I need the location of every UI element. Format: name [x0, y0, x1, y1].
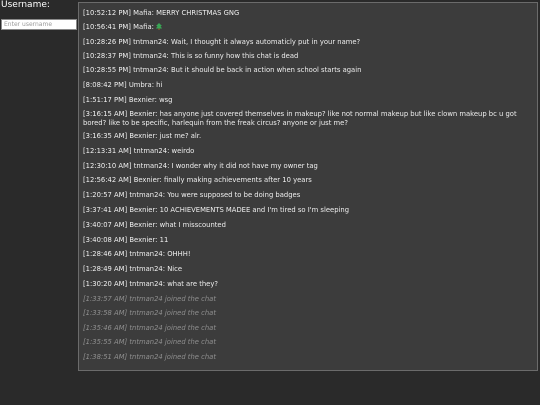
username-panel: Username: [0, 0, 78, 30]
message-timestamp: [8:08:42 PM] [83, 81, 127, 89]
christmas-tree-icon [156, 23, 163, 30]
chat-message: [10:52:12 PM] Mafia: MERRY CHRISTMAS GNG [83, 9, 240, 17]
message-timestamp: [1:35:55 AM] [83, 338, 128, 346]
message-timestamp: [1:38:51 AM] [83, 353, 128, 361]
message-text: weirdo [171, 147, 195, 155]
message-author: Bexnier [129, 110, 156, 118]
message-timestamp: [10:28:37 PM] [83, 52, 131, 60]
message-author: Bexnier [129, 206, 156, 214]
message-timestamp: [10:28:26 PM] [83, 38, 131, 46]
message-timestamp: [12:56:42 AM] [83, 176, 132, 184]
message-timestamp: [3:37:41 AM] [83, 206, 128, 214]
message-author: tntman24 [133, 38, 167, 46]
message-timestamp: [1:28:46 AM] [83, 250, 128, 258]
chat-message: [10:28:55 PM] tntman24: But it should be… [83, 66, 362, 74]
message-text: just me? alr. [159, 132, 202, 140]
message-text: what are they? [167, 280, 218, 288]
message-text: 10 ACHIEVEMENTS MADEE and I'm tired so I… [159, 206, 350, 214]
message-text: I wonder why it did not have my owner ta… [171, 162, 318, 170]
message-text: OHHH! [167, 250, 191, 258]
message-text: tntman24 joined the chat [129, 353, 216, 361]
message-author: Bexnier [133, 176, 160, 184]
message-text: This is so funny how this chat is dead [170, 52, 299, 60]
message-text: You were supposed to be doing badges [167, 191, 301, 199]
message-text: MERRY CHRISTMAS GNG [156, 9, 240, 17]
message-text: tntman24 joined the chat [129, 324, 216, 332]
message-timestamp: [1:28:49 AM] [83, 265, 128, 273]
message-text: tntman24 joined the chat [129, 295, 216, 303]
message-text: 11 [159, 236, 169, 244]
message-author: tntman24 [129, 280, 163, 288]
chat-message: [12:56:42 AM] Bexnier: finally making ac… [83, 176, 312, 184]
message-timestamp: [3:16:35 AM] [83, 132, 128, 140]
message-timestamp: [3:40:08 AM] [83, 236, 128, 244]
message-timestamp: [1:33:57 AM] [83, 295, 128, 303]
message-timestamp: [10:52:12 PM] [83, 9, 131, 17]
chat-message: [3:40:08 AM] Bexnier: 11 [83, 236, 169, 244]
message-author: Bexnier [129, 132, 156, 140]
message-timestamp: [10:56:41 PM] [83, 23, 131, 31]
message-timestamp: [12:13:31 AM] [83, 147, 132, 155]
message-author: Bexnier [129, 221, 156, 229]
message-author: tntman24 [133, 162, 168, 170]
username-input[interactable] [1, 19, 77, 30]
username-label: Username: [1, 0, 50, 10]
chat-message: [12:30:10 AM] tntman24: I wonder why it … [83, 162, 318, 170]
message-timestamp: [12:30:10 AM] [83, 162, 132, 170]
message-text: wsg [159, 96, 173, 104]
chat-message: [10:56:41 PM] Mafia: [83, 23, 531, 32]
chat-message: [1:20:57 AM] tntman24: You were supposed… [83, 191, 301, 199]
system-message: [1:35:55 AM] tntman24 joined the chat [83, 338, 531, 347]
message-author: tntman24 [129, 250, 163, 258]
message-text: Wait, I thought it always automaticly pu… [170, 38, 361, 46]
chat-message: [1:28:46 AM] tntman24: OHHH! [83, 250, 191, 258]
message-author: Bexnier [129, 236, 156, 244]
message-timestamp: [10:28:55 PM] [83, 66, 131, 74]
message-author: Mafia [133, 9, 152, 17]
message-author: tntman24 [133, 52, 167, 60]
message-author: tntman24 [129, 265, 163, 273]
message-text: hi [156, 81, 163, 89]
message-timestamp: [1:35:46 AM] [83, 324, 128, 332]
message-author: tntman24 [133, 147, 168, 155]
chat-message: [10:28:37 PM] tntman24: This is so funny… [83, 52, 299, 60]
chat-log[interactable]: [10:52:12 PM] Mafia: MERRY CHRISTMAS GNG… [78, 2, 538, 371]
message-timestamp: [3:40:07 AM] [83, 221, 128, 229]
chat-message: [3:37:41 AM] Bexnier: 10 ACHIEVEMENTS MA… [83, 206, 350, 214]
message-timestamp: [3:16:15 AM] [83, 110, 128, 118]
system-message: [1:33:58 AM] tntman24 joined the chat [83, 309, 531, 318]
message-timestamp: [1:20:57 AM] [83, 191, 128, 199]
message-text: what I misscounted [159, 221, 226, 229]
message-text: finally making achievements after 10 yea… [163, 176, 312, 184]
message-text: Nice [167, 265, 183, 273]
message-text: tntman24 joined the chat [129, 338, 216, 346]
message-timestamp: [1:30:20 AM] [83, 280, 128, 288]
chat-message: [1:28:49 AM] tntman24: Nice [83, 265, 183, 273]
message-author: Bexnier [128, 96, 155, 104]
chat-message: [12:13:31 AM] tntman24: weirdo [83, 147, 195, 155]
chat-message: [3:16:35 AM] Bexnier: just me? alr. [83, 132, 202, 140]
message-timestamp: [1:51:17 PM] [83, 96, 127, 104]
system-message: [1:33:57 AM] tntman24 joined the chat [83, 295, 531, 304]
chat-message: [10:28:26 PM] tntman24: Wait, I thought … [83, 38, 361, 46]
message-author: tntman24 [133, 66, 167, 74]
message-text: tntman24 joined the chat [129, 309, 216, 317]
chat-message: [1:30:20 AM] tntman24: what are they? [83, 280, 218, 288]
system-message: [1:35:46 AM] tntman24 joined the chat [83, 324, 531, 333]
message-timestamp: [1:33:58 AM] [83, 309, 128, 317]
message-author: Umbra [128, 81, 152, 89]
chat-message: [3:16:15 AM] Bexnier: has anyone just co… [83, 110, 517, 127]
system-message: [1:38:51 AM] tntman24 joined the chat [83, 353, 531, 362]
message-text: But it should be back in action when sch… [170, 66, 362, 74]
chat-message: [3:40:07 AM] Bexnier: what I misscounted [83, 221, 226, 229]
chat-message: [8:08:42 PM] Umbra: hi [83, 81, 163, 89]
message-author: Mafia [133, 23, 152, 31]
message-author: tntman24 [129, 191, 163, 199]
chat-message: [1:51:17 PM] Bexnier: wsg [83, 96, 173, 104]
